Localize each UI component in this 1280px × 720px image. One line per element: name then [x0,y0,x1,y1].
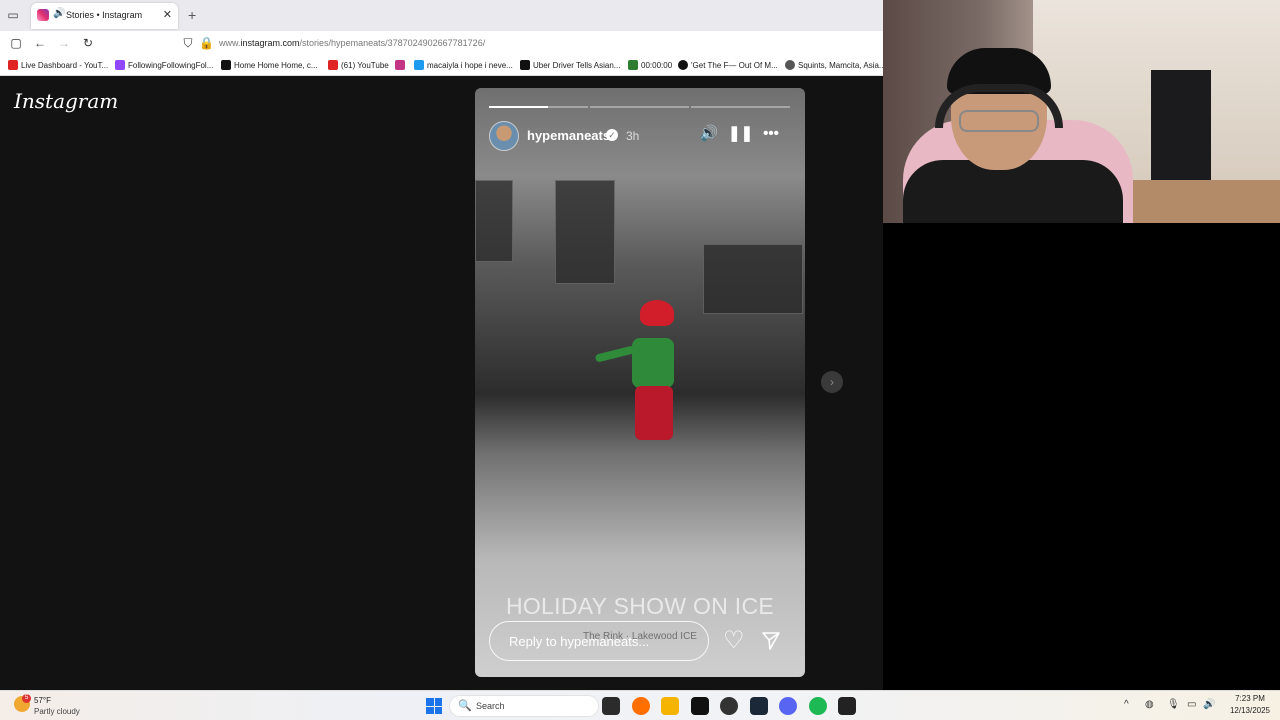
bookmark-item[interactable] [395,60,405,70]
youtube-icon [8,60,18,70]
bookmark-item[interactable]: 00:00:00 [628,60,672,70]
x-app-icon[interactable] [691,697,709,715]
app-icon[interactable] [838,697,856,715]
video-icon [520,60,530,70]
webcam-overlay [883,0,1280,223]
clock-time[interactable]: 7:23 PM [1226,694,1274,703]
tab-title: Stories • Instagram [66,10,143,20]
story-progress-segment [590,106,689,108]
weather-description[interactable]: Partly cloudy [34,707,80,716]
bookmarks-bar: Live Dashboard - YouT... FollowingFollow… [0,56,886,76]
steam-icon[interactable] [750,697,768,715]
navigation-bar: ▢ ← → ↻ ⛉ 🔒 www.instagram.com/stories/hy… [0,31,883,56]
webcam-floor [1113,180,1280,223]
url-text[interactable]: www.instagram.com/stories/hypemaneats/37… [219,38,485,48]
background-window [555,180,615,284]
forward-icon[interactable]: → [57,36,71,50]
skater-body [632,338,674,388]
story-progress-segment [691,106,790,108]
webcam-cabinet [1151,70,1211,190]
search-icon: 🔍 [458,700,472,712]
weather-temperature[interactable]: 57°F [34,696,51,705]
clock-icon [628,60,638,70]
instagram-logo[interactable]: Instagram [14,89,118,113]
lock-icon[interactable]: 🔒 [199,36,214,50]
story-timestamp: 3h [626,129,640,143]
story-caption: HOLIDAY SHOW ON ICE [505,593,775,619]
taskbar-search[interactable]: 🔍 Search [449,695,599,717]
shield-icon[interactable]: ⛉ [181,36,195,50]
back-icon[interactable]: ← [33,36,47,50]
address-bar[interactable]: ⛉ 🔒 www.instagram.com/stories/hypemaneat… [175,33,880,54]
reply-placeholder: Reply to hypemaneats... [509,634,650,649]
firefox-icon[interactable] [632,697,650,715]
reload-icon[interactable]: ↻ [81,36,95,50]
heart-icon[interactable]: ♡ [723,629,745,653]
sidebar-toggle-icon[interactable]: ▢ [9,36,23,50]
twitch-icon [115,60,125,70]
clock-date[interactable]: 12/13/2025 [1224,706,1276,715]
discord-icon[interactable] [779,697,797,715]
pause-icon[interactable]: ❚❚ [728,125,753,143]
browser-window: ▭ 🔊 Stories • Instagram ✕ + ▢ ← → ↻ ⛉ 🔒 … [0,0,886,690]
progress-fill [489,106,549,108]
x-icon [221,60,231,70]
microphone-icon[interactable]: 🎙 [1167,699,1180,710]
bookmark-item[interactable]: Uber Driver Tells Asian... [520,60,620,70]
youtube-icon [328,60,338,70]
bookmark-item[interactable]: Home Home Home, c... [221,60,318,70]
windows-start-icon[interactable] [426,698,442,714]
close-tab-icon[interactable]: ✕ [163,8,172,21]
tab-bar: ▭ 🔊 Stories • Instagram ✕ + [0,0,883,31]
circle-logo-icon [678,60,688,70]
spotify-icon[interactable] [809,697,827,715]
weather-badge: 5 [22,694,31,703]
story-viewer[interactable]: hypemaneats ✓ 3h 🔊 ❚❚ ••• HOLIDAY SHOW O… [475,88,805,677]
background-window [703,244,803,314]
bookmark-item[interactable]: FollowingFollowingFol... [115,60,213,70]
bookmark-item[interactable]: Squints, Mamcita, Asia... [785,60,886,70]
bookmark-item[interactable]: 'Get The F— Out Of M... [678,60,778,70]
send-icon[interactable] [761,631,781,655]
search-label: Search [476,701,505,711]
task-view-icon[interactable] [602,697,620,715]
audio-playing-icon[interactable]: 🔊 [53,8,65,19]
reply-input[interactable]: Reply to hypemaneats... [489,621,709,661]
story-progress-segment [489,106,588,108]
speaker-icon[interactable]: 🔊 [699,125,719,143]
globe-icon [785,60,795,70]
new-tab-button[interactable]: + [188,7,196,23]
instagram-icon [395,60,405,70]
story-username[interactable]: hypemaneats [527,128,610,143]
network-icon[interactable]: ◍ [1145,699,1154,710]
verified-badge-icon: ✓ [606,129,618,141]
webcam-glasses [959,110,1039,132]
skater-hat [640,300,674,326]
chevron-up-icon[interactable]: ^ [1124,699,1129,710]
bookmark-item[interactable]: macaiyla i hope i neve... [414,60,513,70]
tab-list-icon[interactable]: ▭ [6,8,20,22]
chevron-right-icon[interactable]: › [821,371,843,393]
bookmark-item[interactable]: (61) YouTube [328,60,389,70]
webcam-shirt [903,160,1123,223]
tab-stories-instagram[interactable]: 🔊 Stories • Instagram ✕ [31,3,178,29]
background-window [475,180,513,262]
display-icon[interactable]: ▭ [1187,699,1196,710]
file-explorer-icon[interactable] [661,697,679,715]
volume-icon[interactable]: 🔊 [1203,699,1215,710]
bookmark-item[interactable]: Live Dashboard - YouT... [8,60,108,70]
taskbar: 5 57°F Partly cloudy 🔍 Search ^ ◍ 🎙 ▭ 🔊 … [0,690,1280,720]
empty-area [883,223,1280,690]
story-avatar[interactable] [489,121,519,151]
instagram-page: Instagram hypemaneats ✓ 3h 🔊 ❚❚ ••• HOLI… [0,77,883,690]
skater-arm [594,345,636,363]
skater-legs [635,386,673,440]
more-icon[interactable]: ••• [761,125,781,143]
message-icon [414,60,424,70]
instagram-favicon-icon [37,9,49,21]
obs-icon[interactable] [720,697,738,715]
